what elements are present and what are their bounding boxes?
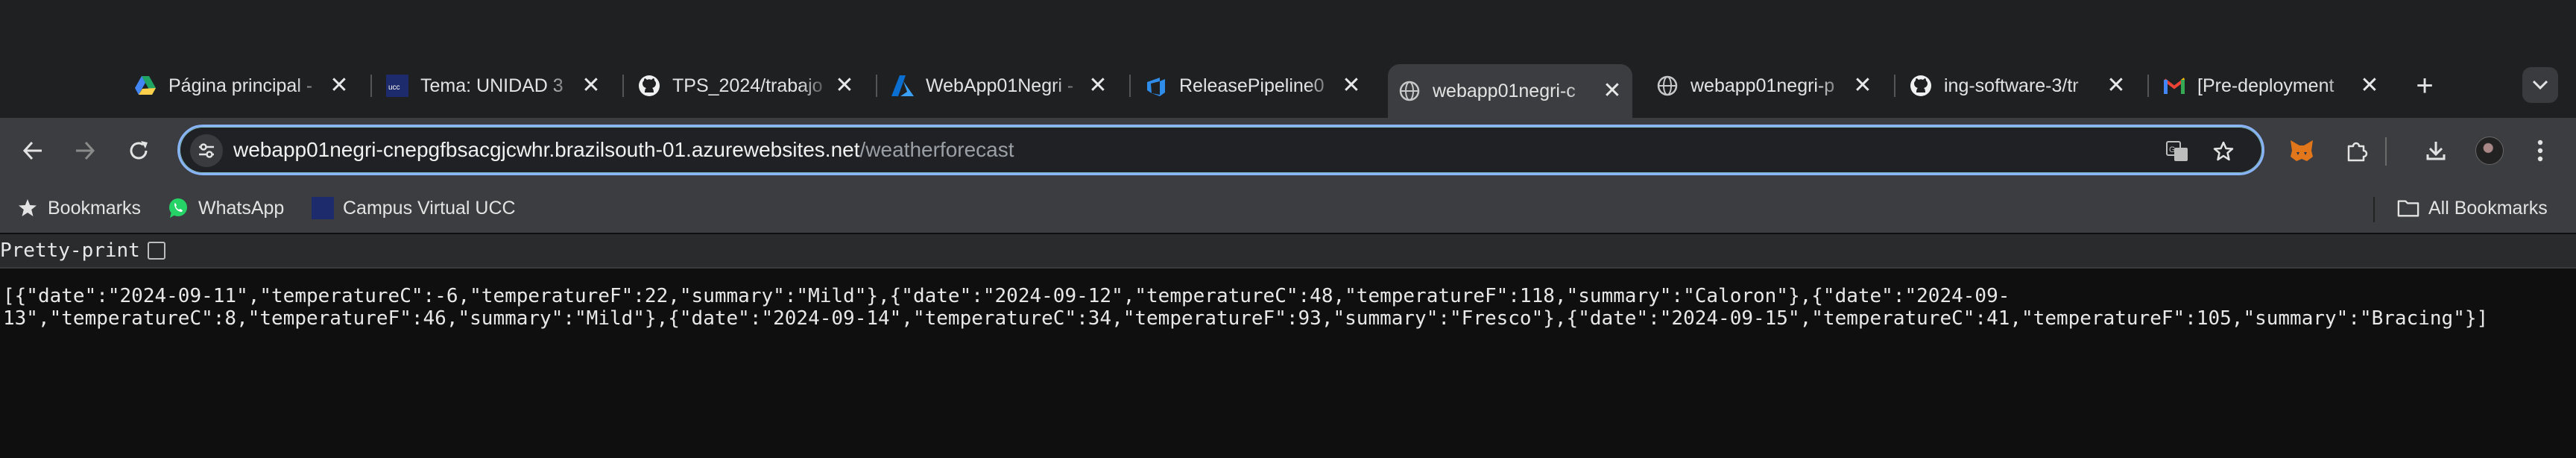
bookmark-star-icon[interactable] bbox=[2209, 137, 2238, 166]
all-bookmarks-button[interactable]: All Bookmarks bbox=[2397, 194, 2548, 222]
github-icon bbox=[1910, 75, 1932, 97]
url-path: /weatherforecast bbox=[859, 138, 1014, 161]
tab-active-weatherforecast[interactable]: webapp01negri-c ✕ bbox=[1388, 64, 1632, 118]
json-line: 13","temperatureC":8,"temperatureF":46,"… bbox=[3, 307, 2489, 330]
tab-title: ReleasePipeline0 bbox=[1179, 75, 1325, 96]
pretty-print-checkbox[interactable] bbox=[147, 242, 165, 260]
tab-webapp-p[interactable]: webapp01negri-p ✕ bbox=[1646, 64, 1883, 107]
tab-release-pipeline[interactable]: ReleasePipeline0 ✕ bbox=[1134, 64, 1371, 107]
close-tab-icon[interactable]: ✕ bbox=[1339, 73, 1364, 98]
browser-toolbar: webapp01negri-cnepgfbsacgjcwhr.brazilsou… bbox=[0, 118, 2576, 183]
google-drive-icon bbox=[134, 75, 157, 97]
profile-avatar[interactable] bbox=[2472, 133, 2507, 169]
back-arrow-icon bbox=[22, 141, 42, 160]
close-tab-icon[interactable]: ✕ bbox=[326, 73, 352, 98]
avatar bbox=[2475, 137, 2504, 165]
all-bookmarks-label: All Bookmarks bbox=[2428, 197, 2548, 219]
tab-strip: Página principal - ✕ ucc Tema: UNIDAD 3 … bbox=[0, 0, 2576, 118]
close-tab-icon[interactable]: ✕ bbox=[1850, 73, 1875, 98]
site-info-icon[interactable] bbox=[190, 134, 223, 167]
tab-divider bbox=[370, 75, 372, 97]
tab-search-button[interactable] bbox=[2522, 67, 2558, 103]
tab-divider bbox=[1894, 75, 1895, 97]
forward-button[interactable] bbox=[67, 133, 103, 169]
bookmark-label: WhatsApp bbox=[198, 197, 285, 219]
tab-title: WebApp01Negri - bbox=[926, 75, 1074, 96]
bookmark-bookmarks[interactable]: Bookmarks bbox=[16, 194, 141, 222]
downloads-icon[interactable] bbox=[2418, 133, 2454, 169]
globe-icon bbox=[1398, 80, 1421, 102]
tab-github-tps[interactable]: TPS_2024/trabajo ✕ bbox=[628, 64, 865, 107]
folder-icon bbox=[2397, 197, 2419, 219]
tab-title: [Pre-deployment bbox=[2197, 75, 2334, 96]
bookmark-label: Campus Virtual UCC bbox=[343, 197, 516, 219]
tab-divider bbox=[2147, 75, 2149, 97]
url-host: webapp01negri-cnepgfbsacgjcwhr.brazilsou… bbox=[233, 138, 860, 161]
tab-divider bbox=[1129, 75, 1131, 97]
tab-title: Tema: UNIDAD 3 bbox=[420, 75, 564, 96]
bookmarks-divider bbox=[2373, 197, 2375, 222]
tab-divider bbox=[622, 75, 624, 97]
bookmark-whatsapp[interactable]: WhatsApp bbox=[167, 194, 284, 222]
json-line: [{"date":"2024-09-11","temperatureC":-6,… bbox=[3, 285, 2010, 307]
tab-title: webapp01negri-p bbox=[1690, 75, 1835, 96]
star-icon bbox=[16, 197, 39, 219]
bookmark-label: Bookmarks bbox=[48, 197, 142, 219]
close-tab-icon[interactable]: ✕ bbox=[2103, 73, 2129, 98]
metamask-extension-icon[interactable] bbox=[2284, 133, 2320, 169]
close-tab-icon[interactable]: ✕ bbox=[2357, 73, 2382, 98]
globe-icon bbox=[1656, 75, 1679, 97]
github-icon bbox=[638, 75, 660, 97]
toolbar-divider bbox=[2385, 137, 2387, 166]
close-tab-icon[interactable]: ✕ bbox=[832, 73, 857, 98]
tab-divider bbox=[876, 75, 877, 97]
json-response: [{"date":"2024-09-11","temperatureC":-6,… bbox=[3, 285, 2567, 330]
svg-text:G: G bbox=[2169, 145, 2176, 154]
close-tab-icon[interactable]: ✕ bbox=[1085, 73, 1111, 98]
ucc-icon: ucc bbox=[386, 75, 408, 97]
translate-icon[interactable]: G bbox=[2162, 137, 2192, 166]
close-tab-icon[interactable]: ✕ bbox=[578, 73, 604, 98]
tab-google-drive[interactable]: Página principal - ✕ bbox=[124, 64, 359, 107]
pretty-print-bar: Pretty-print bbox=[0, 234, 2576, 269]
extensions-puzzle-icon[interactable] bbox=[2339, 133, 2375, 169]
tab-title: TPS_2024/trabajo bbox=[672, 75, 823, 96]
azure-icon bbox=[891, 75, 914, 97]
tab-title: Página principal - bbox=[168, 75, 313, 96]
reload-icon bbox=[130, 141, 148, 160]
address-bar[interactable]: webapp01negri-cnepgfbsacgjcwhr.brazilsou… bbox=[177, 125, 2264, 175]
gmail-icon bbox=[2163, 75, 2185, 97]
whatsapp-icon bbox=[167, 197, 189, 219]
bookmark-campus-virtual-ucc[interactable]: Campus Virtual UCC bbox=[312, 194, 516, 222]
menu-kebab-icon[interactable] bbox=[2522, 133, 2558, 169]
forward-arrow-icon bbox=[76, 141, 95, 160]
page-content: Pretty-print [{"date":"2024-09-11","temp… bbox=[0, 233, 2576, 458]
tab-title: ing-software-3/tr bbox=[1944, 75, 2079, 96]
tab-gmail-pre-deployment[interactable]: [Pre-deployment ✕ bbox=[2153, 64, 2390, 107]
ucc-icon bbox=[312, 197, 334, 219]
reload-button[interactable] bbox=[121, 133, 157, 169]
tab-azure-webapp[interactable]: WebApp01Negri - ✕ bbox=[881, 64, 1118, 107]
tab-unidad-3[interactable]: ucc Tema: UNIDAD 3 ✕ bbox=[376, 64, 611, 107]
close-tab-icon[interactable]: ✕ bbox=[1600, 78, 1625, 104]
pretty-print-label: Pretty-print bbox=[0, 239, 140, 262]
bookmarks-bar: Bookmarks WhatsApp Campus Virtual UCC Al… bbox=[0, 183, 2576, 233]
azure-devops-icon bbox=[1145, 75, 1167, 97]
tab-github-ing-software[interactable]: ing-software-3/tr ✕ bbox=[1899, 64, 2136, 107]
tab-title: webapp01negri-c bbox=[1433, 80, 1576, 101]
chevron-down-icon bbox=[2532, 80, 2548, 90]
new-tab-button[interactable]: + bbox=[2409, 69, 2440, 102]
url-text[interactable]: webapp01negri-cnepgfbsacgjcwhr.brazilsou… bbox=[233, 138, 1014, 162]
svg-text:ucc: ucc bbox=[388, 84, 400, 92]
back-button[interactable] bbox=[15, 133, 51, 169]
